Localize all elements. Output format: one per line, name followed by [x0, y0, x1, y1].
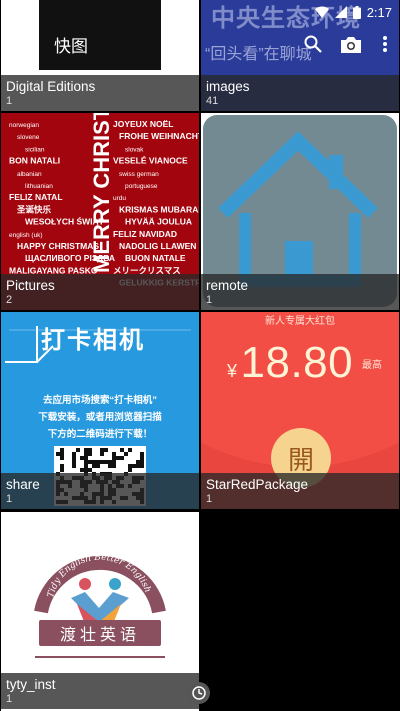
wifi-icon [314, 6, 329, 18]
album-name: remote [206, 278, 249, 293]
christmas-word: albanian [17, 171, 42, 178]
battery-icon [352, 5, 361, 19]
christmas-word: slovene [17, 134, 40, 141]
app-bar: 快图 [0, 24, 400, 64]
album-tile-pictures[interactable]: MERRY CHRISTMAS norwegian slovene sicilian… [1, 113, 199, 310]
christmas-word: HAPPY CHRISTMAS [17, 241, 99, 251]
album-caption: remote 1 [201, 274, 399, 310]
more-vert-icon [383, 36, 387, 52]
christmas-word: 圣诞快乐 [16, 204, 52, 214]
christmas-word: lithuanian [25, 183, 53, 190]
album-count: 41 [206, 95, 219, 107]
christmas-word: slovak [125, 146, 144, 153]
album-caption: images 41 [201, 75, 399, 111]
christmas-word: KRISMAS MUBARAK [119, 204, 199, 214]
signal-icon [334, 6, 347, 18]
album-name: Digital Editions [6, 79, 96, 94]
album-tile-remote[interactable]: remote 1 [201, 113, 399, 310]
thumbnail-line: 下方的二维码进行下载！ [47, 429, 153, 440]
album-tile-starredpackage[interactable]: 新人专属大红包 ¥18.80 最高 開 StarRedPackage 1 [201, 312, 399, 509]
search-icon [304, 35, 322, 53]
thumbnail-line: 下载安装，或者用浏览器扫描 [38, 412, 162, 423]
album-caption: StarRedPackage 1 [201, 473, 399, 509]
christmas-word: NADOLIG LLAWEN [119, 241, 196, 251]
app-title: 快图 [54, 36, 88, 56]
album-name: images [206, 79, 250, 94]
album-count: 1 [6, 95, 13, 107]
album-caption: tyty_inst 1 [1, 673, 199, 709]
album-count: 1 [6, 693, 13, 705]
christmas-word: VESELÉ VIANOCE [113, 156, 188, 166]
thumbnail-headline: 打卡相机 [41, 327, 145, 354]
christmas-word: sicilian [25, 146, 45, 153]
clock-icon [188, 682, 210, 704]
logo-arc-text: Tidy English Better English [46, 553, 152, 599]
christmas-word: ЩАСЛИВОГО РІЗДВА [25, 253, 115, 263]
camera-icon [341, 36, 361, 53]
christmas-word: FELIZ NAVIDAD [113, 229, 177, 239]
status-time: 2:17 [366, 4, 392, 20]
album-count: 2 [6, 294, 13, 306]
christmas-word: swiss german [119, 171, 159, 178]
search-button[interactable] [294, 24, 332, 64]
thumbnail-line: 去应用市场搜索“打卡相机” [42, 395, 157, 406]
christmas-word: english (uk) [9, 232, 43, 239]
camera-button[interactable] [332, 24, 370, 64]
hamburger-icon [17, 37, 35, 51]
overflow-menu-button[interactable] [370, 24, 400, 64]
christmas-word: JOYEUX NOËL [113, 119, 173, 129]
christmas-word: urdu [113, 195, 126, 202]
album-caption: share 1 [1, 473, 199, 509]
menu-button[interactable] [0, 24, 52, 64]
status-bar: 2:17 [0, 0, 400, 24]
album-caption: Digital Editions 1 [1, 75, 199, 111]
album-grid: Digital Editions 1 中央生态环境 “回头看”在聊城 image… [0, 0, 400, 711]
christmas-word: norwegian [9, 122, 39, 129]
christmas-word: FROHE WEIHNACHT [119, 131, 199, 141]
album-name: StarRedPackage [206, 477, 309, 492]
album-name: share [6, 477, 40, 492]
christmas-word: BON NATALI [9, 156, 60, 166]
album-name: Pictures [6, 278, 55, 293]
album-name: tyty_inst [6, 677, 56, 692]
christmas-word: portuguese [125, 183, 158, 190]
christmas-word: FELIZ NATAL [9, 192, 63, 202]
album-tile-share[interactable]: 打卡相机 去应用市场搜索“打卡相机” 下载安装，或者用浏览器扫描 下方的二维码进… [1, 312, 199, 509]
album-count: 1 [6, 493, 13, 505]
logo-band-text: 渡壮英语 [39, 620, 161, 646]
album-caption: Pictures 2 [1, 274, 199, 310]
album-count: 1 [206, 493, 213, 505]
album-tile-tyty-inst[interactable]: Tidy English Better English 渡壮英语 tyty_in… [1, 512, 199, 711]
christmas-word: WESOŁYCH ŚWIĄT [25, 216, 105, 227]
christmas-word: HYVÄÄ JOULUA [125, 217, 192, 227]
christmas-word: BUON NATALE [125, 253, 186, 263]
album-count: 1 [206, 294, 213, 306]
